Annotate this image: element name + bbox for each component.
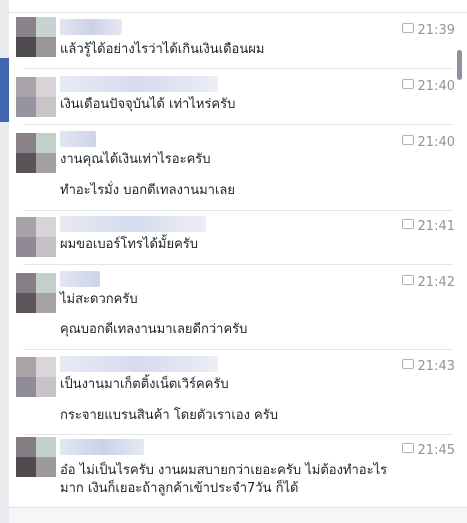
avatar[interactable]: [16, 133, 56, 173]
message-time: 21:43: [401, 359, 455, 375]
message-icon: [401, 443, 414, 453]
message-icon: [401, 23, 414, 33]
sender-name-redacted[interactable]: [60, 439, 144, 455]
sender-name-redacted[interactable]: [60, 356, 218, 372]
message-time: 21:39: [401, 23, 455, 39]
scrollbar-thumb[interactable]: [457, 50, 462, 80]
message-text: ไม่สะดวกครับ: [60, 292, 138, 307]
avatar[interactable]: [16, 273, 56, 313]
message-time: 21:40: [401, 135, 455, 151]
message-icon: [401, 359, 414, 369]
chat-window: 21:39 แล้วรู้ได้อย่างไรว่าได้เกินเงินเดื…: [0, 0, 467, 523]
message-divider: [23, 264, 453, 265]
message-icon: [401, 135, 414, 145]
top-divider: [9, 12, 467, 13]
sender-name-redacted[interactable]: [60, 76, 218, 92]
message-text: คุณบอกดีเทลงานมาเลยดีกว่าครับ: [60, 322, 248, 337]
message-icon: [401, 275, 414, 285]
message-icon: [401, 79, 414, 89]
message-text: ผมขอเบอร์โทรได้มั้ยครับ: [60, 237, 198, 252]
left-panel-edge: [0, 0, 9, 523]
message-text: งานคุณได้เงินเท่าไรอะครับ: [60, 152, 211, 167]
message-text: ทำอะไรมั่ง บอกดีเทลงานมาเลย: [60, 183, 236, 198]
message-text: แล้วรู้ได้อย่างไรว่าได้เกินเงินเดือนผม: [60, 42, 265, 57]
message-time: 21:40: [401, 79, 455, 95]
avatar[interactable]: [16, 77, 56, 117]
selected-indicator: [0, 58, 9, 122]
message-divider: [23, 434, 453, 435]
message-text: เป็นงานมาเก็ตติ้งเน็ตเวิร์คครับ: [60, 377, 229, 392]
message-divider: [23, 68, 453, 69]
message-divider: [23, 349, 453, 350]
message-divider: [23, 124, 453, 125]
message-icon: [401, 219, 414, 229]
message-text: อ๋อ ไม่เป็นไรครับ งานผมสบายกว่าเยอะครับ …: [60, 463, 388, 496]
message-time: 21:42: [401, 275, 455, 291]
composer-bar[interactable]: [9, 507, 467, 523]
avatar[interactable]: [16, 437, 56, 477]
sender-name-redacted[interactable]: [60, 216, 206, 232]
message-time: 21:45: [401, 443, 455, 459]
avatar[interactable]: [16, 357, 56, 397]
message-time: 21:41: [401, 219, 455, 235]
message-text: เงินเดือนปัจจุบันได้ เท่าไหร่ครับ: [60, 97, 236, 112]
message-text: กระจายแบรนสินค้า โดยตัวเราเอง ครับ: [60, 408, 278, 423]
avatar[interactable]: [16, 17, 56, 57]
avatar[interactable]: [16, 217, 56, 257]
sender-name-redacted[interactable]: [60, 271, 100, 287]
sender-name-redacted[interactable]: [60, 131, 96, 147]
message-divider: [23, 210, 453, 211]
sender-name-redacted[interactable]: [60, 19, 122, 35]
